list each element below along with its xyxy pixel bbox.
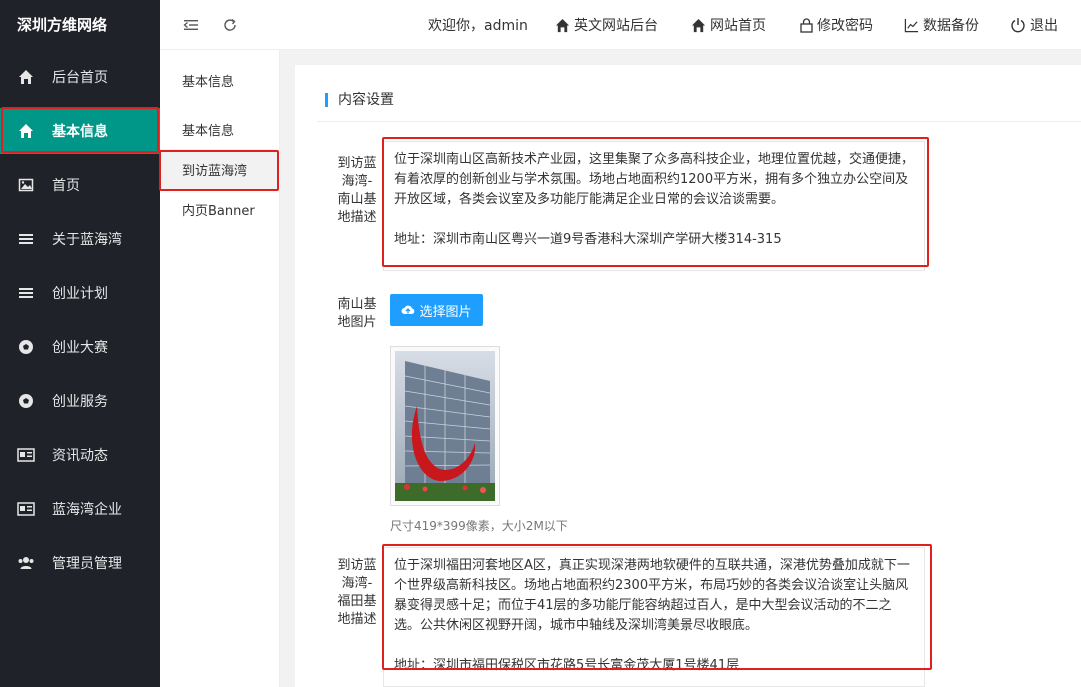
submenu-item-banner[interactable]: 内页Banner — [160, 189, 280, 229]
sidebar-item-companies[interactable]: 蓝海湾企业 — [0, 486, 160, 532]
sidebar-item-label: 创业大赛 — [52, 340, 108, 356]
sidebar-item-basic-info[interactable]: 基本信息 — [0, 108, 160, 154]
chart-icon — [904, 18, 919, 33]
sidebar-item-label: 首页 — [52, 178, 80, 194]
home-icon — [17, 122, 35, 140]
logout-link[interactable]: 退出 — [1010, 0, 1058, 50]
section-divider — [317, 121, 1081, 122]
power-icon — [1010, 17, 1026, 33]
building-sculpture-image — [395, 351, 495, 501]
submenu-item-visit[interactable]: 到访蓝海湾 — [160, 149, 280, 189]
content-panel: 内容设置 到访蓝海湾-南山基地描述 位于深圳南山区高新技术产业园，这里集聚了众多… — [295, 65, 1081, 687]
menu-icon — [17, 284, 35, 302]
sidebar-item-label: 基本信息 — [52, 124, 108, 140]
football-icon — [17, 338, 35, 356]
sub-menu: 基本信息 基本信息 到访蓝海湾 内页Banner — [160, 50, 280, 687]
sidebar-item-news[interactable]: 资讯动态 — [0, 432, 160, 478]
submenu-title: 基本信息 — [182, 74, 235, 90]
sidebar-item-service[interactable]: 创业服务 — [0, 378, 160, 424]
home-icon — [691, 18, 706, 33]
site-home-link[interactable]: 网站首页 — [691, 0, 766, 50]
sidebar-item-admins[interactable]: 管理员管理 — [0, 540, 160, 586]
welcome-text: 欢迎你，admin — [428, 18, 528, 34]
sidebar-item-label: 创业计划 — [52, 286, 108, 302]
news-icon — [17, 500, 35, 518]
collapse-menu-icon[interactable] — [180, 14, 202, 36]
sidebar-item-label: 蓝海湾企业 — [52, 502, 122, 518]
section-title: 内容设置 — [325, 93, 394, 107]
nanshan-image-preview[interactable] — [390, 346, 500, 506]
news-icon — [17, 446, 35, 464]
futian-desc-textarea[interactable]: 位于深圳福田河套地区A区，真正实现深港两地软硬件的互联共通，深港优势叠加成就下一… — [383, 547, 925, 687]
link-label: 网站首页 — [710, 18, 766, 34]
futian-desc-label: 到访蓝海湾-福田基地描述 — [337, 558, 377, 627]
link-label: 修改密码 — [817, 18, 873, 34]
users-icon — [17, 554, 35, 572]
app-logo: 深圳方维网络 — [17, 16, 108, 34]
link-label: 数据备份 — [923, 18, 979, 34]
data-backup-link[interactable]: 数据备份 — [904, 0, 979, 50]
upload-label: 选择图片 — [419, 304, 472, 320]
football-icon — [17, 392, 35, 410]
sidebar-item-plan[interactable]: 创业计划 — [0, 270, 160, 316]
home-icon — [17, 68, 35, 86]
choose-image-button[interactable]: 选择图片 — [390, 294, 483, 326]
nanshan-desc-label: 到访蓝海湾-南山基地描述 — [337, 156, 377, 225]
submenu-item-basic-info[interactable]: 基本信息 — [160, 109, 280, 149]
sidebar-item-label: 管理员管理 — [52, 556, 122, 572]
home-icon — [555, 18, 570, 33]
image-size-hint: 尺寸419*399像素，大小2M以下 — [390, 519, 568, 533]
cloud-upload-icon — [401, 304, 415, 316]
sidebar-item-label: 关于蓝海湾 — [52, 232, 122, 248]
nanshan-img-label: 南山基地图片 — [337, 297, 377, 330]
lock-icon — [800, 17, 813, 33]
top-header: 欢迎你，admin 英文网站后台 网站首页 修改密码 数据备份 退出 — [160, 0, 1081, 50]
nanshan-desc-textarea[interactable]: 位于深圳南山区高新技术产业园，这里集聚了众多高科技企业，地理位置优越，交通便捷，… — [383, 141, 925, 271]
image-icon — [17, 176, 35, 194]
change-password-link[interactable]: 修改密码 — [800, 0, 873, 50]
sidebar-item-dashboard[interactable]: 后台首页 — [0, 54, 160, 100]
sidebar-item-label: 后台首页 — [52, 70, 108, 86]
english-admin-link[interactable]: 英文网站后台 — [555, 0, 658, 50]
sidebar-item-about[interactable]: 关于蓝海湾 — [0, 216, 160, 262]
link-label: 退出 — [1030, 18, 1058, 34]
sidebar-item-label: 创业服务 — [52, 394, 108, 410]
sidebar: 深圳方维网络 后台首页 基本信息 首页 关于蓝海湾 创业计划 创业大赛 创业服务… — [0, 0, 160, 687]
sidebar-item-contest[interactable]: 创业大赛 — [0, 324, 160, 370]
link-label: 英文网站后台 — [574, 18, 658, 34]
menu-icon — [17, 230, 35, 248]
sidebar-item-home[interactable]: 首页 — [0, 162, 160, 208]
refresh-icon[interactable] — [219, 14, 241, 36]
sidebar-item-label: 资讯动态 — [52, 448, 108, 464]
